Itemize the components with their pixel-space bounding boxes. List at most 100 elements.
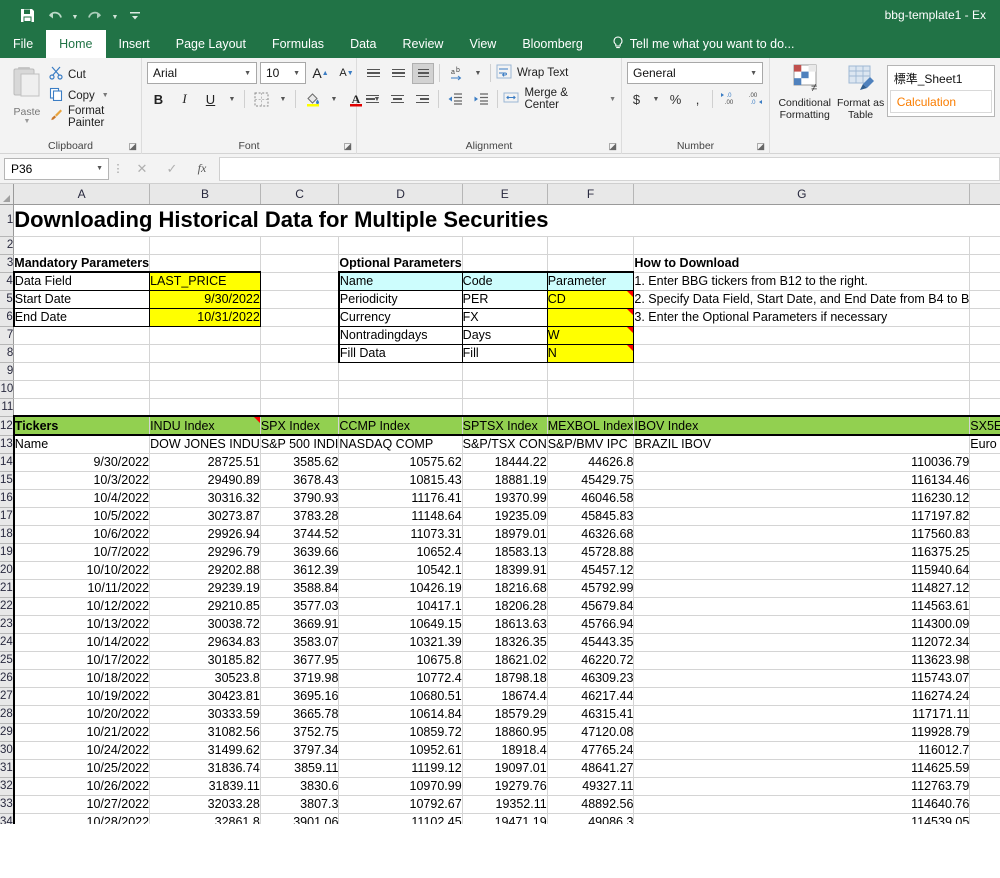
- data-value[interactable]: 116134.46: [633, 471, 971, 490]
- blank-cell[interactable]: [633, 380, 971, 399]
- column-header-a[interactable]: A: [13, 184, 151, 205]
- data-value[interactable]: 3318.2: [969, 453, 1000, 472]
- optional-parameter-0[interactable]: CD: [547, 290, 635, 309]
- row-header-32[interactable]: 32: [0, 777, 15, 796]
- number-dialog-launcher[interactable]: ◪: [756, 141, 765, 152]
- mandatory-value-1[interactable]: 9/30/2022: [149, 290, 261, 309]
- row-header-16[interactable]: 16: [0, 489, 15, 508]
- blank-cell[interactable]: [13, 326, 151, 345]
- optional-header-parameter[interactable]: Parameter: [547, 271, 635, 291]
- optional-parameter-2[interactable]: W: [547, 326, 635, 345]
- data-value[interactable]: 10417.1: [338, 597, 463, 616]
- data-value[interactable]: 3665.78: [260, 705, 340, 724]
- blank-cell[interactable]: [462, 398, 548, 417]
- data-value[interactable]: 112072.34: [633, 633, 971, 652]
- how-to-step-0[interactable]: 1. Enter BBG tickers from B12 to the rig…: [633, 272, 971, 291]
- tab-review[interactable]: Review: [389, 30, 456, 58]
- currency-dropdown-caret[interactable]: ▼: [649, 88, 663, 110]
- data-value[interactable]: 18674.4: [462, 687, 548, 706]
- blank-cell[interactable]: [547, 236, 635, 255]
- data-value[interactable]: 18216.68: [462, 579, 548, 598]
- data-value[interactable]: 10970.99: [338, 777, 463, 796]
- data-date[interactable]: 10/3/2022: [12, 471, 151, 490]
- column-header-e[interactable]: E: [462, 184, 548, 205]
- data-value[interactable]: 116012.7: [633, 741, 971, 760]
- data-value[interactable]: 18444.22: [462, 453, 548, 472]
- data-value[interactable]: 3613.02: [969, 813, 1000, 824]
- data-value[interactable]: 47765.24: [547, 741, 635, 760]
- data-value[interactable]: 44626.8: [547, 453, 635, 472]
- row-header-2[interactable]: 2: [0, 236, 15, 255]
- data-date[interactable]: 10/17/2022: [12, 651, 151, 670]
- data-value[interactable]: 117197.82: [633, 507, 971, 526]
- data-value[interactable]: 45679.84: [547, 597, 635, 616]
- data-value[interactable]: 19471.19: [462, 813, 548, 824]
- format-as-table-button[interactable]: Format as Table: [834, 62, 886, 121]
- data-value[interactable]: 3783.28: [260, 507, 340, 526]
- chevron-down-icon[interactable]: ▼: [290, 70, 303, 77]
- data-value[interactable]: 114300.09: [633, 615, 971, 634]
- row-header-18[interactable]: 18: [0, 525, 15, 544]
- data-value[interactable]: 3677.95: [260, 651, 340, 670]
- data-value[interactable]: 46315.41: [547, 705, 635, 724]
- mandatory-label-2[interactable]: End Date: [12, 308, 151, 327]
- security-name-3[interactable]: S&P/TSX CON: [462, 435, 548, 454]
- data-value[interactable]: 3527.79: [969, 741, 1000, 760]
- data-value[interactable]: 49086.3: [547, 813, 635, 824]
- redo-dropdown-caret[interactable]: ▼: [110, 4, 120, 26]
- row-header-22[interactable]: 22: [0, 597, 15, 616]
- tab-insert[interactable]: Insert: [106, 30, 163, 58]
- optional-code-0[interactable]: PER: [462, 290, 548, 309]
- optional-code-1[interactable]: FX: [462, 308, 548, 327]
- sheet-title-cell[interactable]: Downloading Historical Data for Multiple…: [13, 204, 1000, 237]
- blank-cell[interactable]: [969, 344, 1000, 363]
- cut-button[interactable]: Cut: [49, 65, 136, 84]
- decrease-decimal-icon[interactable]: .00.0: [743, 90, 765, 108]
- data-value[interactable]: 3695.16: [260, 687, 340, 706]
- confirm-icon[interactable]: ✓: [157, 161, 187, 177]
- data-value[interactable]: 3441.64: [969, 651, 1000, 670]
- percent-format-button[interactable]: %: [666, 92, 685, 107]
- optional-name-0[interactable]: Periodicity: [337, 290, 463, 309]
- mandatory-value-0[interactable]: LAST_PRICE: [149, 271, 261, 291]
- data-value[interactable]: 18979.01: [462, 525, 548, 544]
- italic-button[interactable]: I: [173, 88, 196, 110]
- blank-cell[interactable]: [547, 362, 635, 381]
- data-value[interactable]: 18881.19: [462, 471, 548, 490]
- blank-cell[interactable]: [969, 272, 1000, 291]
- data-value[interactable]: 3612.39: [260, 561, 340, 580]
- data-value[interactable]: 114827.12: [633, 579, 971, 598]
- blank-cell[interactable]: [149, 326, 261, 345]
- data-value[interactable]: 116375.25: [633, 543, 971, 562]
- ticker-header-6[interactable]: SX5E Index: [969, 415, 1000, 436]
- data-value[interactable]: 30333.59: [149, 705, 261, 724]
- fill-color-dropdown-caret[interactable]: ▼: [327, 88, 341, 110]
- data-value[interactable]: 18206.28: [462, 597, 548, 616]
- data-value[interactable]: 3583.07: [260, 633, 340, 652]
- currency-format-button[interactable]: $: [627, 92, 646, 107]
- data-value[interactable]: 10772.4: [338, 669, 463, 688]
- row-header-26[interactable]: 26: [0, 669, 15, 688]
- data-value[interactable]: 46046.58: [547, 489, 635, 508]
- fill-color-icon[interactable]: [301, 88, 324, 110]
- data-value[interactable]: 30316.32: [149, 489, 261, 508]
- mandatory-value-2[interactable]: 10/31/2022: [149, 308, 261, 327]
- data-value[interactable]: 113623.98: [633, 651, 971, 670]
- blank-cell[interactable]: [633, 398, 971, 417]
- data-value[interactable]: 114539.05: [633, 813, 971, 824]
- data-value[interactable]: 32861.8: [149, 813, 261, 824]
- column-header-g[interactable]: G: [633, 184, 971, 205]
- data-value[interactable]: 3604.51: [969, 795, 1000, 814]
- tab-page-layout[interactable]: Page Layout: [163, 30, 259, 58]
- blank-cell[interactable]: [13, 380, 151, 399]
- blank-cell[interactable]: [547, 380, 635, 399]
- data-value[interactable]: 3492.85: [969, 705, 1000, 724]
- data-value[interactable]: 119928.79: [633, 723, 971, 742]
- column-header-h[interactable]: H: [969, 184, 1000, 205]
- underline-dropdown-caret[interactable]: ▼: [225, 88, 239, 110]
- data-value[interactable]: 116274.24: [633, 687, 971, 706]
- security-name-0[interactable]: DOW JONES INDU: [149, 435, 261, 454]
- data-value[interactable]: 19097.01: [462, 759, 548, 778]
- ticker-header-2[interactable]: CCMP Index: [338, 415, 463, 436]
- data-value[interactable]: 3463.83: [969, 669, 1000, 688]
